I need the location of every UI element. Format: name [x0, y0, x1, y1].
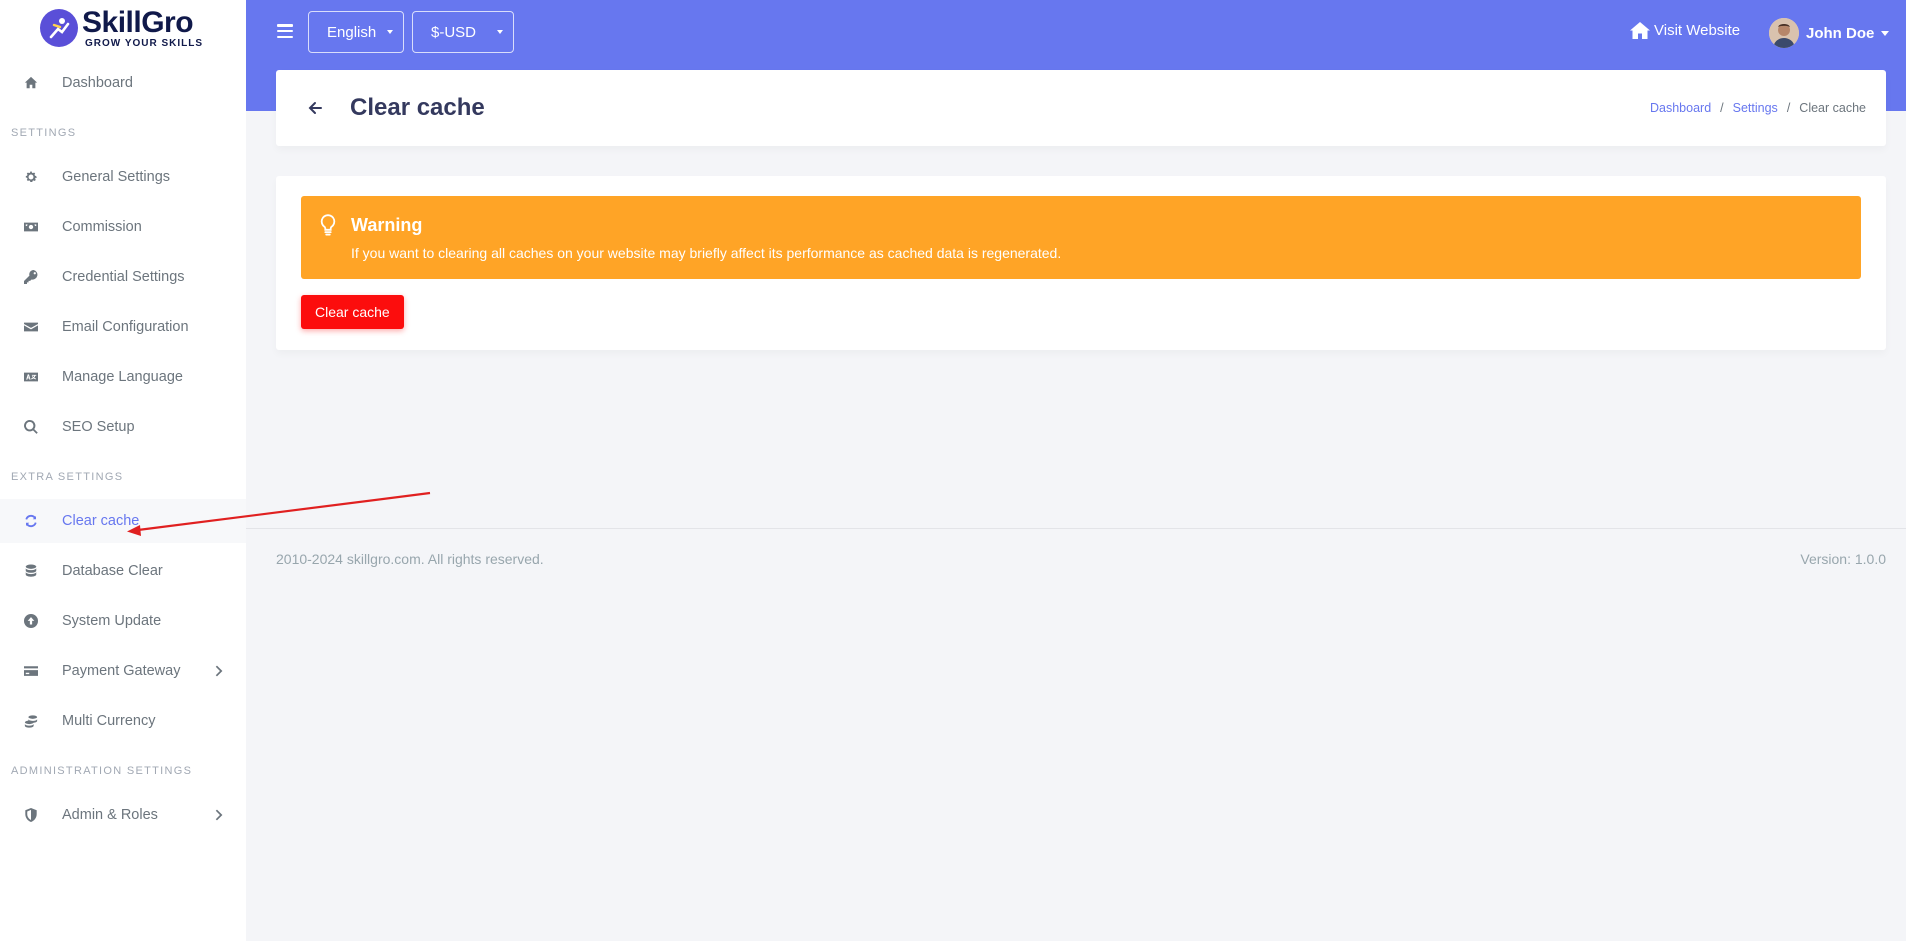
- sidebar-item-multi-currency[interactable]: Multi Currency: [0, 699, 246, 743]
- sidebar-item-label: Clear cache: [62, 513, 140, 529]
- hamburger-menu-icon[interactable]: [277, 24, 293, 38]
- sidebar-section-administration-settings: ADMINISTRATION SETTINGS: [11, 765, 193, 777]
- breadcrumb-separator: /: [1720, 101, 1724, 115]
- currency-select-value: $-USD: [431, 23, 477, 41]
- alert-message: If you want to clearing all caches on yo…: [351, 245, 1062, 261]
- sidebar-item-label: System Update: [62, 613, 162, 629]
- caret-down-icon: [1881, 30, 1890, 36]
- clear-cache-card: Warning If you want to clearing all cach…: [276, 176, 1886, 350]
- chevron-right-icon: [212, 808, 226, 822]
- sync-icon: [24, 514, 38, 528]
- caret-down-icon: [387, 30, 393, 34]
- language-select[interactable]: English: [308, 11, 404, 53]
- user-name: John Doe: [1806, 24, 1875, 42]
- sidebar-item-general-settings[interactable]: General Settings: [0, 155, 246, 199]
- breadcrumb-dashboard[interactable]: Dashboard: [1650, 101, 1711, 115]
- footer-version: Version: 1.0.0: [1800, 551, 1886, 567]
- section-header: Clear cache Dashboard / Settings / Clear…: [276, 70, 1886, 146]
- money-icon: [24, 220, 38, 234]
- sidebar-item-label: Manage Language: [62, 369, 183, 385]
- sidebar-item-system-update[interactable]: System Update: [0, 599, 246, 643]
- sidebar: SkillGro GROW YOUR SKILLS Dashboard SETT…: [0, 0, 246, 941]
- warning-alert: Warning If you want to clearing all cach…: [301, 196, 1861, 279]
- currency-select[interactable]: $-USD: [412, 11, 514, 53]
- visit-website-label: Visit Website: [1654, 22, 1741, 39]
- brand-tagline: GROW YOUR SKILLS: [85, 37, 204, 49]
- sidebar-item-label: Commission: [62, 219, 142, 235]
- brand[interactable]: SkillGro GROW YOUR SKILLS: [0, 0, 246, 56]
- footer-copyright: 2010-2024 skillgro.com. All rights reser…: [276, 551, 544, 567]
- page-title: Clear cache: [350, 94, 485, 121]
- credit-card-icon: [24, 664, 38, 678]
- back-arrow-icon[interactable]: [308, 101, 322, 115]
- sidebar-item-database-clear[interactable]: Database Clear: [0, 549, 246, 593]
- sidebar-item-payment-gateway[interactable]: Payment Gateway: [0, 649, 246, 693]
- sidebar-item-label: Payment Gateway: [62, 663, 181, 679]
- upload-icon: [24, 614, 38, 628]
- search-icon: [24, 420, 38, 434]
- sidebar-item-manage-language[interactable]: Manage Language: [0, 355, 246, 399]
- sidebar-section-settings: SETTINGS: [11, 127, 77, 139]
- sidebar-item-credential-settings[interactable]: Credential Settings: [0, 255, 246, 299]
- breadcrumb: Dashboard / Settings / Clear cache: [1650, 101, 1866, 115]
- alert-title: Warning: [351, 215, 423, 235]
- sidebar-item-label: General Settings: [62, 169, 171, 185]
- sidebar-item-label: Multi Currency: [62, 713, 156, 729]
- home-icon: [1630, 22, 1650, 39]
- breadcrumb-separator: /: [1786, 101, 1791, 115]
- lightbulb-icon: [319, 214, 337, 236]
- sidebar-item-seo-setup[interactable]: SEO Setup: [0, 405, 246, 449]
- home-icon: [24, 76, 38, 90]
- sidebar-item-admin-roles[interactable]: Admin & Roles: [0, 793, 246, 837]
- sidebar-item-commission[interactable]: Commission: [0, 205, 246, 249]
- brand-name: SkillGro: [82, 5, 194, 39]
- envelope-icon: [24, 320, 38, 334]
- coins-icon: [24, 714, 38, 728]
- sidebar-item-label: Email Configuration: [62, 319, 189, 335]
- breadcrumb-settings[interactable]: Settings: [1733, 101, 1778, 115]
- gear-icon: [24, 170, 38, 184]
- sidebar-item-email-configuration[interactable]: Email Configuration: [0, 305, 246, 349]
- sidebar-section-extra-settings: EXTRA SETTINGS: [11, 471, 124, 483]
- clear-cache-button[interactable]: Clear cache: [301, 295, 404, 329]
- sidebar-item-label: Admin & Roles: [62, 807, 158, 823]
- chevron-right-icon: [212, 664, 226, 678]
- database-icon: [24, 564, 38, 578]
- sidebar-item-clear-cache[interactable]: Clear cache: [0, 499, 246, 543]
- sidebar-item-label: Database Clear: [62, 563, 163, 579]
- footer-divider: [246, 528, 1906, 529]
- avatar: [1769, 18, 1799, 48]
- language-icon: [24, 370, 38, 384]
- brand-logo-icon: [40, 9, 78, 47]
- shield-icon: [24, 808, 38, 822]
- sidebar-item-dashboard[interactable]: Dashboard: [0, 61, 246, 105]
- sidebar-item-label: Dashboard: [62, 75, 133, 91]
- key-icon: [24, 270, 38, 284]
- visit-website-link[interactable]: Visit Website: [1630, 22, 1740, 39]
- caret-down-icon: [497, 30, 503, 34]
- sidebar-item-label: Credential Settings: [62, 269, 185, 285]
- sidebar-item-label: SEO Setup: [62, 419, 135, 435]
- user-menu[interactable]: John Doe: [1769, 18, 1890, 48]
- breadcrumb-current: Clear cache: [1799, 101, 1866, 115]
- language-select-value: English: [327, 23, 377, 41]
